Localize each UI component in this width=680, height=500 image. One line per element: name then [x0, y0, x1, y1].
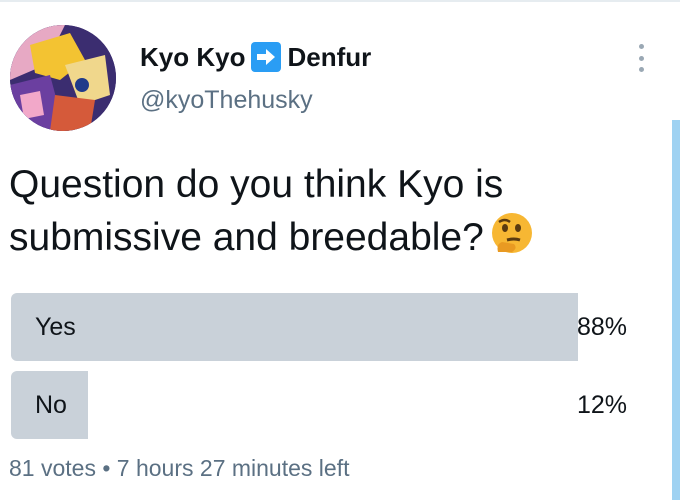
poll-meta: 81 votes • 7 hours 27 minutes left	[9, 455, 349, 482]
question-text: Question do you think Kyo is submissive …	[9, 163, 504, 259]
poll-option-no[interactable]: No 12%	[11, 371, 631, 439]
poll-percent-no: 12%	[577, 391, 628, 419]
poll-label-yes: Yes	[35, 313, 76, 341]
author-handle[interactable]: @kyoThehusky	[140, 86, 313, 115]
thinking-face-emoji-icon	[488, 210, 536, 258]
time-left: 7 hours 27 minutes left	[116, 455, 350, 481]
right-arrow-emoji-icon	[251, 42, 282, 72]
display-name-part1: Kyo Kyo	[140, 41, 246, 72]
poll-bar-yes	[11, 293, 578, 361]
meta-separator: •	[102, 455, 111, 481]
avatar[interactable]	[10, 25, 116, 131]
poll-option-yes[interactable]: Yes 88%	[11, 293, 631, 361]
tweet-text: Question do you think Kyo is submissive …	[9, 160, 629, 263]
vote-count: 81 votes	[9, 455, 96, 481]
more-vertical-icon[interactable]	[636, 44, 646, 72]
author-name[interactable]: Kyo Kyo Denfur	[140, 40, 371, 74]
display-name-part2: Denfur	[287, 41, 372, 72]
poll-label-no: No	[35, 391, 67, 419]
poll-percent-yes: 88%	[577, 313, 628, 341]
top-divider	[0, 0, 680, 2]
scrollbar[interactable]	[672, 120, 680, 500]
